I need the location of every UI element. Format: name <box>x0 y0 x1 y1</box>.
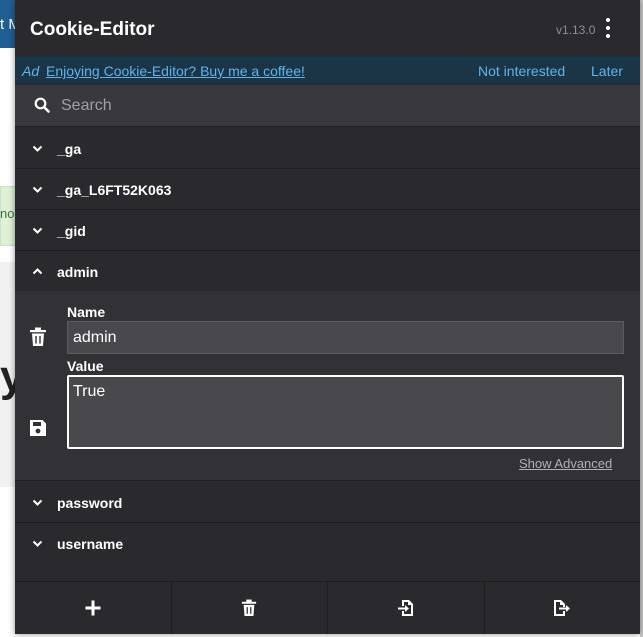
trash-icon <box>242 599 257 616</box>
name-label: Name <box>67 304 106 320</box>
ad-tag: Ad <box>22 63 40 79</box>
chevron-down-icon <box>32 540 43 547</box>
cookie-name: password <box>57 495 123 511</box>
chevron-down-icon <box>32 499 43 506</box>
search-icon <box>34 97 50 113</box>
cookie-row[interactable]: _ga_L6FT52K063 <box>15 169 640 210</box>
search-bar <box>15 85 640 127</box>
cookie-row[interactable]: _ga <box>15 128 640 169</box>
chevron-up-icon <box>32 268 43 275</box>
cookie-name: _ga_L6FT52K063 <box>57 182 172 198</box>
cookie-row[interactable]: username <box>15 523 640 564</box>
version-label: v1.13.0 <box>556 23 596 37</box>
import-button[interactable] <box>328 582 485 634</box>
popup-header: Cookie-Editor v1.13.0 <box>15 0 640 56</box>
kebab-menu-icon[interactable] <box>601 17 615 39</box>
cookie-editor-panel: Name Value True Show Advanced <box>15 291 640 481</box>
footer-toolbar <box>15 581 640 634</box>
trash-icon[interactable] <box>29 327 47 347</box>
cookie-row-expanded[interactable]: admin <box>15 251 640 291</box>
export-button[interactable] <box>485 582 641 634</box>
cookie-name: _gid <box>57 223 86 239</box>
app-title: Cookie-Editor <box>30 19 155 40</box>
ad-banner: Ad Enjoying Cookie-Editor? Buy me a coff… <box>15 56 640 84</box>
add-cookie-button[interactable] <box>15 582 172 634</box>
value-label: Value <box>67 358 104 374</box>
later-button[interactable]: Later <box>591 63 623 79</box>
show-advanced-link[interactable]: Show Advanced <box>519 456 612 471</box>
cookie-value-input[interactable]: True <box>67 375 624 449</box>
cookie-row[interactable]: password <box>15 482 640 523</box>
export-icon <box>554 600 571 616</box>
chevron-down-icon <box>32 145 43 152</box>
cookie-name: username <box>57 536 124 552</box>
not-interested-button[interactable]: Not interested <box>478 63 565 79</box>
plus-icon <box>85 600 101 616</box>
cookie-editor-popup: Cookie-Editor v1.13.0 Ad Enjoying Cookie… <box>15 0 640 634</box>
import-icon <box>397 600 413 616</box>
search-input[interactable] <box>61 93 621 119</box>
chevron-down-icon <box>32 186 43 193</box>
delete-all-button[interactable] <box>172 582 328 634</box>
cookie-row[interactable]: _gid <box>15 210 640 251</box>
chevron-down-icon <box>32 227 43 234</box>
ad-link[interactable]: Enjoying Cookie-Editor? Buy me a coffee! <box>46 63 305 79</box>
cookie-name: _ga <box>57 141 82 157</box>
save-icon[interactable] <box>29 419 47 437</box>
cookie-name-input[interactable] <box>67 321 624 354</box>
background-heading-text: yo <box>0 352 16 401</box>
cookie-name: admin <box>57 264 99 280</box>
background-alert-text: nou <box>0 206 16 221</box>
